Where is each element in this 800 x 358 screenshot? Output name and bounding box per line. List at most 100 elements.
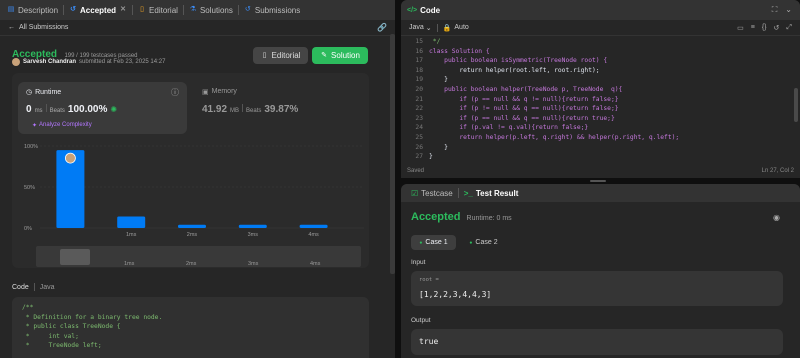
format-icon[interactable]: ≡ — [751, 24, 755, 32]
editor-scrollbar[interactable] — [794, 88, 798, 122]
back-arrow-icon[interactable]: ← — [8, 24, 15, 31]
lock-icon: 🔒 — [442, 24, 452, 32]
tab-test-result[interactable]: >_ Test Result — [460, 184, 523, 202]
info-icon[interactable]: ⓘ — [171, 87, 179, 98]
avatar-marker — [65, 152, 76, 164]
code-line: * TreeNode left; — [22, 342, 102, 350]
x-tick-label: 2ms — [187, 232, 198, 238]
user-line: Sarvesh Chandran submitted at Feb 23, 20… — [12, 58, 165, 66]
chart-bar — [56, 150, 85, 228]
language-select[interactable]: Java ⌄ — [409, 24, 432, 32]
chart-scrollbar-labels: 1ms 2ms 3ms 4ms — [36, 261, 361, 269]
line-number: 23 — [415, 114, 423, 122]
memory-icon: ▣ — [202, 89, 209, 96]
left-panel: ▤ Description ↺ Accepted ✕ ▯ Editorial ⚗… — [0, 0, 396, 358]
line-number: 25 — [415, 133, 423, 141]
auto-mode[interactable]: Auto — [454, 24, 468, 31]
solution-button[interactable]: ✎ Solution — [312, 47, 368, 64]
bookmark-icon[interactable]: ▭ — [737, 24, 744, 32]
braces-icon[interactable]: {} — [762, 24, 767, 32]
submitted-time: submitted at Feb 23, 2025 14:27 — [79, 59, 166, 65]
book-icon: ▯ — [262, 51, 267, 59]
chart-bar — [178, 224, 206, 228]
check-dot-icon: ● — [469, 239, 473, 246]
result-tab-bar: ☑ Testcase >_ Test Result — [401, 184, 800, 202]
reset-icon[interactable]: ↺ — [774, 24, 780, 32]
case-1-button[interactable]: ● Case 1 — [411, 235, 456, 250]
line-number: 20 — [415, 85, 423, 93]
chevron-down-icon: ⌄ — [425, 24, 432, 32]
code-line: class Solution { — [429, 47, 490, 55]
fullscreen-icon[interactable]: ⤢ — [786, 24, 792, 32]
code-line: * int val; — [22, 332, 79, 340]
runtime-beats-label: Beats — [49, 108, 65, 114]
editorial-button[interactable]: ▯ Editorial — [253, 47, 308, 64]
memory-title-row: ▣ Memory — [202, 88, 237, 96]
output-box: true — [411, 329, 783, 355]
line-number: 21 — [415, 95, 423, 103]
tab-divider — [63, 5, 65, 15]
chart-bar — [238, 224, 267, 228]
analyze-complexity-link[interactable]: ✦ Analyze Complexity — [32, 122, 92, 129]
tab-accepted[interactable]: ↺ Accepted ✕ — [65, 0, 131, 20]
eye-icon[interactable]: ◉ — [773, 213, 780, 222]
line-number: 27 — [415, 153, 423, 159]
submission-header: ← All Submissions 🔗 — [0, 20, 395, 36]
flask-icon: ⚗ — [189, 6, 197, 13]
stats-area: ◷ Runtime ⓘ 0 ms Beats 100.00% ✺ ✦ Analy… — [12, 73, 369, 268]
mini-chart-label: 1ms — [124, 261, 135, 267]
cursor-position: Ln 27, Col 2 — [761, 167, 794, 174]
panel-resize-handle[interactable] — [590, 180, 606, 182]
tab-testcase[interactable]: ☑ Testcase — [407, 184, 457, 202]
line-number: 15 — [415, 38, 423, 45]
test-result-panel: ☑ Testcase >_ Test Result Accepted Runti… — [401, 184, 800, 358]
code-lines: */ class Solution { public boolean isSym… — [429, 37, 679, 159]
line-number: 16 — [415, 47, 423, 55]
user-name[interactable]: Sarvesh Chandran — [23, 59, 76, 65]
description-icon: ▤ — [7, 6, 15, 13]
mini-chart-label: 2ms — [186, 261, 197, 267]
code-editor[interactable]: 15 16 17 18 19 20 21 22 23 24 25 26 27 *… — [401, 37, 793, 159]
code-line: * public class TreeNode { — [22, 323, 121, 331]
x-tick-label: 4ms — [308, 232, 319, 238]
submitted-code-block: /** * Definition for a binary tree node.… — [12, 297, 369, 358]
line-number: 17 — [415, 57, 423, 65]
code-label: Code — [12, 283, 29, 291]
runtime-card[interactable]: ◷ Runtime ⓘ 0 ms Beats 100.00% ✺ ✦ Analy… — [18, 82, 187, 134]
tab-editorial[interactable]: ▯ Editorial — [134, 0, 182, 20]
code-line: if (p == null && q == null){return true;… — [429, 114, 615, 122]
memory-card[interactable]: ▣ Memory 41.92 MB Beats 39.87% — [196, 82, 361, 134]
avatar — [12, 58, 20, 66]
y-tick-label: 50% — [24, 185, 35, 191]
tab-submissions[interactable]: ↺ Submissions — [240, 0, 304, 20]
link-icon[interactable]: 🔗 — [377, 23, 387, 32]
code-line: public boolean isSymmetric(TreeNode root… — [429, 57, 608, 65]
memory-unit: MB — [230, 108, 240, 114]
tab-solutions[interactable]: ⚗ Solutions — [185, 0, 237, 20]
code-line: } — [429, 76, 448, 84]
case-2-button[interactable]: ● Case 2 — [461, 235, 506, 250]
editor-tools: ▭ ≡ {} ↺ ⤢ — [737, 24, 792, 32]
code-line: return helper(p.left, q.right) && helper… — [429, 133, 680, 141]
input-box: root = [1,2,2,3,4,4,3] — [411, 271, 783, 306]
editor-panel: </> Code ⛶ ⌄ Java ⌄ 🔒 Auto ▭ ≡ {} ↺ ⤢ 15 … — [401, 0, 800, 178]
input-value: [1,2,2,3,4,4,3] — [419, 290, 492, 299]
code-line: if (p == null && q != null){return false… — [429, 95, 619, 103]
code-line: if (p != null && q == null){return false… — [429, 105, 619, 113]
all-submissions-link[interactable]: All Submissions — [19, 24, 68, 31]
collapse-icon[interactable]: ⌄ — [785, 5, 792, 15]
maximize-icon[interactable]: ⛶ — [772, 5, 778, 15]
tab-description[interactable]: ▤ Description — [3, 0, 62, 20]
code-lang-row: Code Java — [12, 283, 55, 291]
mini-chart-label: 4ms — [310, 261, 321, 267]
x-tick-label: 3ms — [248, 232, 259, 238]
chart-bar — [299, 224, 328, 228]
memory-beats-value: 39.87% — [264, 104, 299, 115]
line-number: 26 — [415, 143, 423, 151]
line-number: 19 — [415, 76, 423, 84]
close-icon[interactable]: ✕ — [119, 6, 127, 14]
tab-divider — [457, 188, 459, 198]
history-icon: ↺ — [244, 6, 251, 13]
result-status: Accepted — [411, 211, 461, 223]
left-panel-scrollbar[interactable] — [390, 34, 395, 274]
